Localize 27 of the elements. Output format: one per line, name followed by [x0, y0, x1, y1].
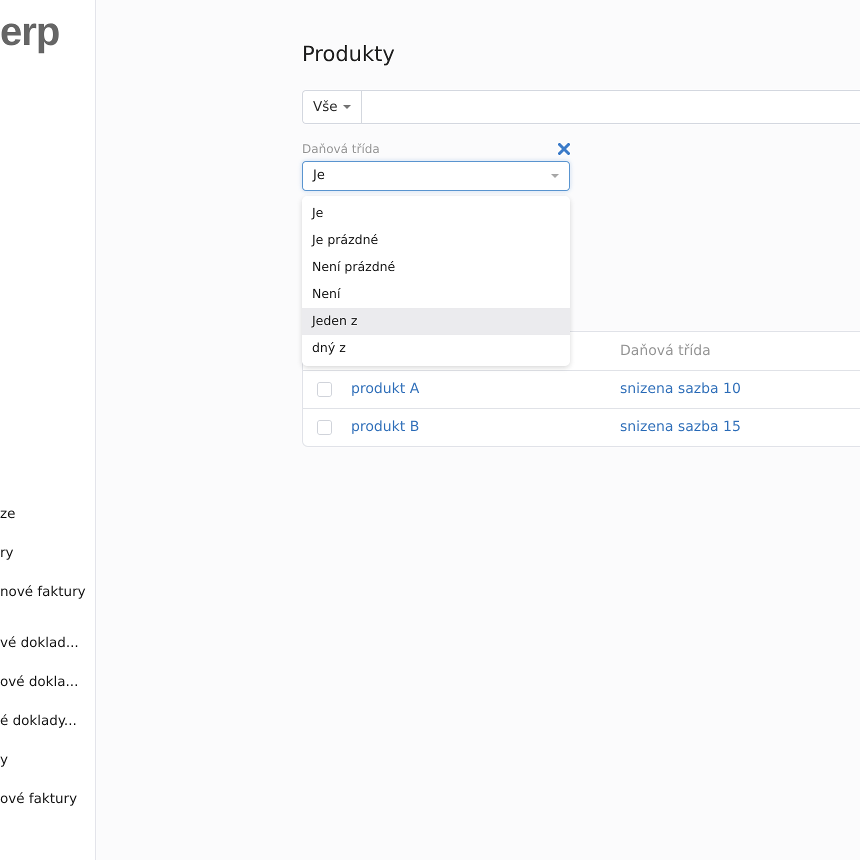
- row-checkbox[interactable]: [317, 420, 332, 436]
- dropdown-option[interactable]: dný z: [302, 335, 570, 362]
- sidebar-item[interactable]: ze: [0, 499, 95, 538]
- dropdown-option[interactable]: Není: [302, 281, 570, 308]
- filter-select[interactable]: Je: [302, 161, 570, 192]
- dropdown-option[interactable]: Je: [302, 200, 570, 227]
- caret-icon: [551, 174, 559, 178]
- dropdown-option[interactable]: Není prázdné: [302, 254, 570, 281]
- sidebar-item[interactable]: ové dokla...: [0, 667, 95, 706]
- sidebar-item[interactable]: nové faktury: [0, 577, 95, 616]
- sidebar-item[interactable]: ové faktury: [0, 784, 95, 823]
- filter-label: Daňová třída: [302, 141, 380, 158]
- dropdown-option[interactable]: Je prázdné: [302, 227, 570, 254]
- sidebar-item[interactable]: ry: [0, 538, 95, 577]
- sidebar-item[interactable]: vé doklad...: [0, 628, 95, 667]
- logo: erp: [0, 12, 60, 52]
- caret-icon: [342, 105, 351, 110]
- tax-class-link[interactable]: snizena sazba 15: [620, 417, 741, 438]
- product-link[interactable]: produkt B: [351, 417, 620, 438]
- sidebar-item[interactable]: é doklady...: [0, 706, 95, 745]
- close-icon[interactable]: [558, 143, 570, 156]
- product-link[interactable]: produkt A: [351, 379, 620, 400]
- row-checkbox[interactable]: [317, 382, 332, 398]
- tax-class-link[interactable]: snizena sazba 10: [620, 379, 741, 400]
- page-title: Produkty: [302, 42, 396, 68]
- sidebar-item[interactable]: y: [0, 745, 95, 784]
- dropdown-option[interactable]: Jeden z: [302, 308, 570, 335]
